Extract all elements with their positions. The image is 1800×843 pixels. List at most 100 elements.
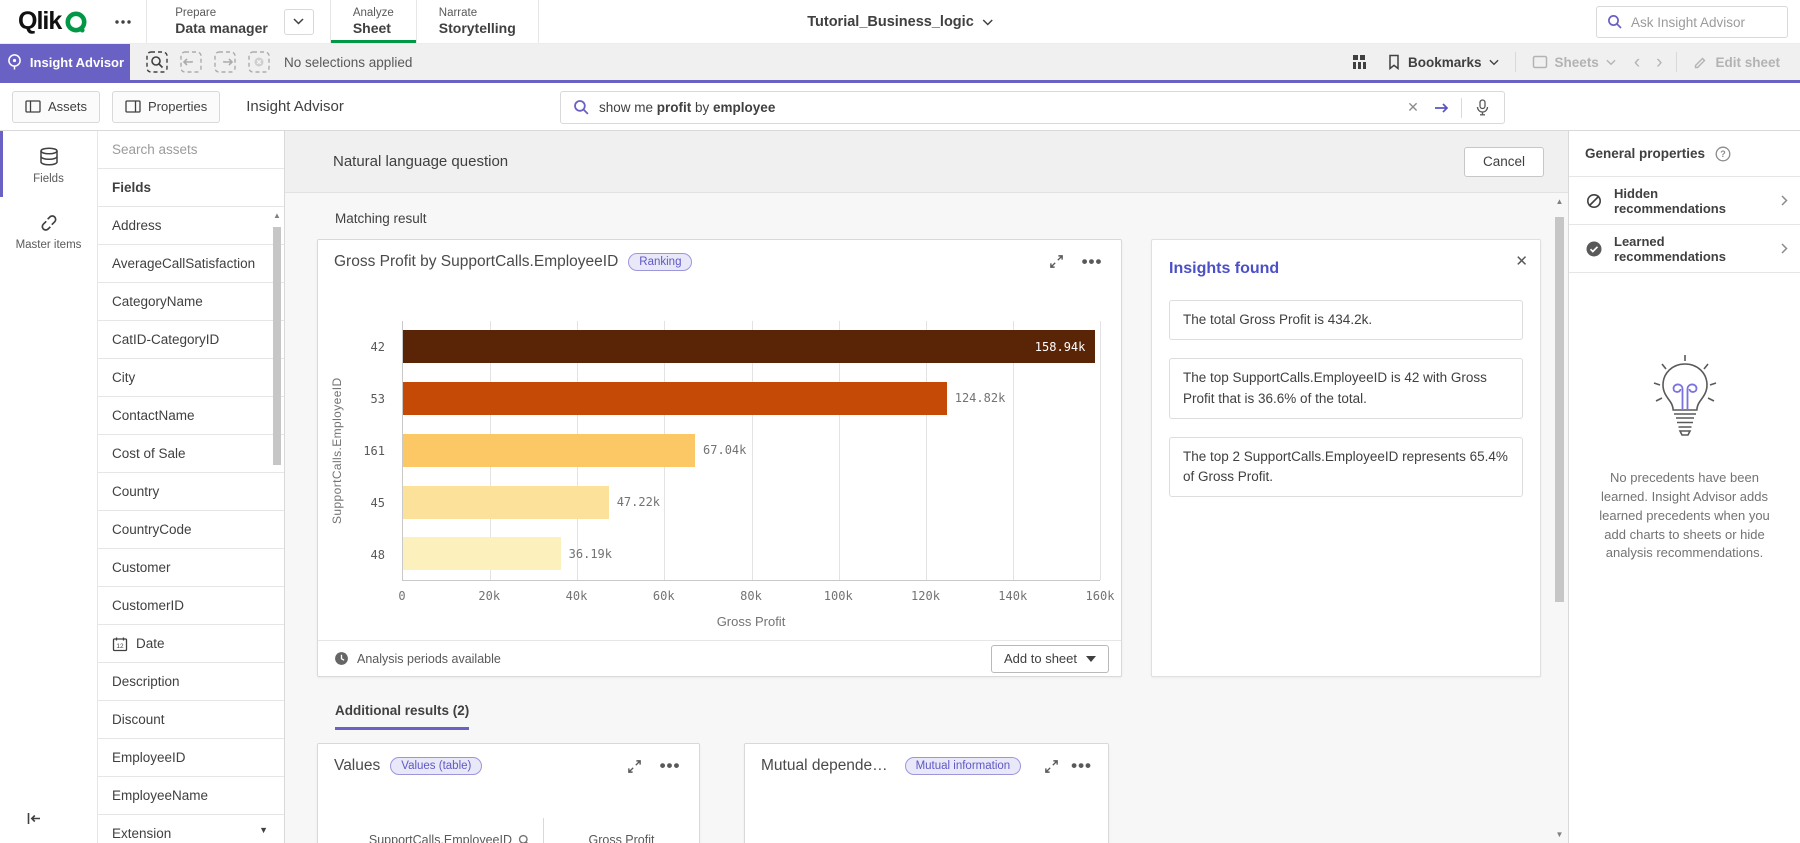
expand-icon [1049, 254, 1064, 269]
y-tick-label: 48 [318, 529, 394, 581]
field-item[interactable]: Address [98, 207, 284, 245]
expand-chart-button[interactable] [621, 753, 647, 779]
assets-panel-icon [25, 100, 41, 113]
cancel-button[interactable]: Cancel [1464, 147, 1544, 177]
clear-query-button[interactable]: ✕ [1399, 94, 1427, 122]
clock-icon [334, 651, 349, 666]
tab-analyze[interactable]: Analyze Sheet [331, 0, 416, 43]
chart-menu-button[interactable]: ••• [1071, 753, 1092, 779]
x-axis-title: Gross Profit [402, 614, 1100, 629]
bar[interactable] [403, 434, 695, 467]
bookmarks-button[interactable]: Bookmarks [1377, 54, 1509, 70]
bar[interactable] [403, 330, 1095, 363]
y-tick-label: 45 [318, 477, 394, 529]
main-scrollbar[interactable]: ▲ ▼ [1552, 193, 1567, 843]
collapse-panel-button[interactable] [26, 811, 43, 829]
ellipsis-icon [114, 19, 132, 25]
x-tick-label: 20k [478, 589, 500, 603]
edit-sheet-button[interactable]: Edit sheet [1683, 55, 1790, 70]
smart-search-icon [145, 50, 169, 74]
voice-input-button[interactable] [1468, 94, 1496, 122]
clear-selections-button[interactable] [242, 44, 276, 80]
column-header[interactable]: SupportCalls.EmployeeID [318, 818, 544, 843]
scrollbar-thumb[interactable] [273, 227, 281, 465]
chart-suggestions-button[interactable] [1343, 53, 1377, 71]
insight-item: The top 2 SupportCalls.EmployeeID repres… [1169, 437, 1523, 498]
learned-recommendations-item[interactable]: Learned recommendations [1569, 225, 1800, 273]
next-sheet-button[interactable]: › [1648, 53, 1670, 72]
ranking-badge: Ranking [628, 253, 692, 271]
scrollbar-thumb[interactable] [1555, 217, 1564, 602]
field-item-label: Cost of Sale [112, 446, 186, 461]
app-title-menu[interactable]: Tutorial_Business_logic [807, 0, 993, 44]
rail-item-master-items[interactable]: Master items [0, 197, 97, 263]
fields-scrollbar[interactable]: ▲ [271, 209, 283, 843]
field-item[interactable]: City [98, 359, 284, 397]
tab-additional-results[interactable]: Additional results (2) [335, 703, 469, 730]
field-item[interactable]: Cost of Sale [98, 435, 284, 473]
field-item[interactable]: CatID-CategoryID [98, 321, 284, 359]
scroll-down-icon[interactable]: ▼ [1554, 830, 1565, 839]
add-to-sheet-button[interactable]: Add to sheet [991, 645, 1109, 673]
grid-icon [1351, 53, 1369, 71]
bar[interactable] [403, 382, 947, 415]
eye-slash-icon [1585, 192, 1603, 210]
redo-selection-button[interactable] [208, 44, 242, 80]
microphone-icon [1475, 99, 1490, 116]
help-icon[interactable]: ? [1715, 146, 1731, 162]
field-item[interactable]: Discount [98, 701, 284, 739]
column-header[interactable]: Gross Profit [544, 818, 699, 843]
field-item[interactable]: Description [98, 663, 284, 701]
field-item-label: CatID-CategoryID [112, 332, 219, 347]
field-item[interactable]: EmployeeName [98, 777, 284, 815]
sheets-button[interactable]: Sheets [1522, 55, 1626, 70]
hidden-recommendations-item[interactable]: Hidden recommendations [1569, 177, 1800, 225]
values-table-badge: Values (table) [390, 757, 482, 775]
app-body: Fields Master items Search assets Fields… [0, 131, 1800, 843]
expand-chart-button[interactable] [1043, 249, 1069, 275]
smart-search-button[interactable] [140, 44, 174, 80]
bar[interactable] [403, 537, 561, 570]
field-item[interactable]: CountryCode [98, 511, 284, 549]
close-insights-button[interactable]: ✕ [1515, 252, 1528, 270]
search-assets-input[interactable]: Search assets [98, 131, 284, 169]
nl-question-input[interactable]: show me profit by employee ✕ [560, 91, 1505, 124]
bar-row: 36.19k [403, 528, 1100, 580]
field-item[interactable]: Country [98, 473, 284, 511]
tab-prepare[interactable]: Prepare Data manager [153, 0, 290, 43]
undo-selection-button[interactable] [174, 44, 208, 80]
properties-title: General properties [1585, 146, 1705, 161]
matching-result-label: Matching result [335, 211, 1568, 226]
expand-chart-button[interactable] [1041, 753, 1061, 779]
field-item[interactable]: 12 Date [98, 625, 284, 663]
field-item[interactable]: Extension [98, 815, 284, 843]
scroll-up-icon[interactable]: ▲ [272, 211, 282, 220]
field-item[interactable]: EmployeeID [98, 739, 284, 777]
field-item[interactable]: ContactName [98, 397, 284, 435]
qlik-q-icon [64, 9, 90, 35]
previous-sheet-button[interactable]: ‹ [1626, 53, 1648, 72]
rail-item-fields[interactable]: Fields [0, 131, 97, 197]
global-menu-button[interactable] [100, 0, 146, 43]
field-item[interactable]: CategoryName [98, 283, 284, 321]
calendar-icon: 12 [112, 636, 128, 652]
search-icon [1607, 14, 1623, 30]
scroll-up-icon[interactable]: ▲ [1554, 197, 1565, 206]
bar[interactable] [403, 486, 609, 519]
field-item-label: Date [136, 636, 165, 651]
values-table-header: SupportCalls.EmployeeID Gross Profit [318, 818, 699, 843]
scroll-down-icon[interactable]: ▼ [259, 825, 268, 835]
insight-list: The total Gross Profit is 434.2k.The top… [1169, 300, 1523, 497]
chart-menu-button[interactable]: ••• [657, 753, 683, 779]
undo-icon [179, 50, 203, 74]
field-item[interactable]: CustomerID [98, 587, 284, 625]
tab-narrate[interactable]: Narrate Storytelling [417, 0, 538, 43]
properties-toggle-button[interactable]: Properties [112, 91, 220, 123]
insight-advisor-button[interactable]: Insight Advisor [0, 44, 130, 80]
submit-query-button[interactable] [1427, 94, 1455, 122]
chart-menu-button[interactable]: ••• [1079, 249, 1105, 275]
assets-toggle-button[interactable]: Assets [12, 91, 100, 123]
field-item[interactable]: Customer [98, 549, 284, 587]
ask-insight-advisor-input[interactable]: Ask Insight Advisor [1596, 6, 1788, 38]
field-item[interactable]: AverageCallSatisfaction [98, 245, 284, 283]
